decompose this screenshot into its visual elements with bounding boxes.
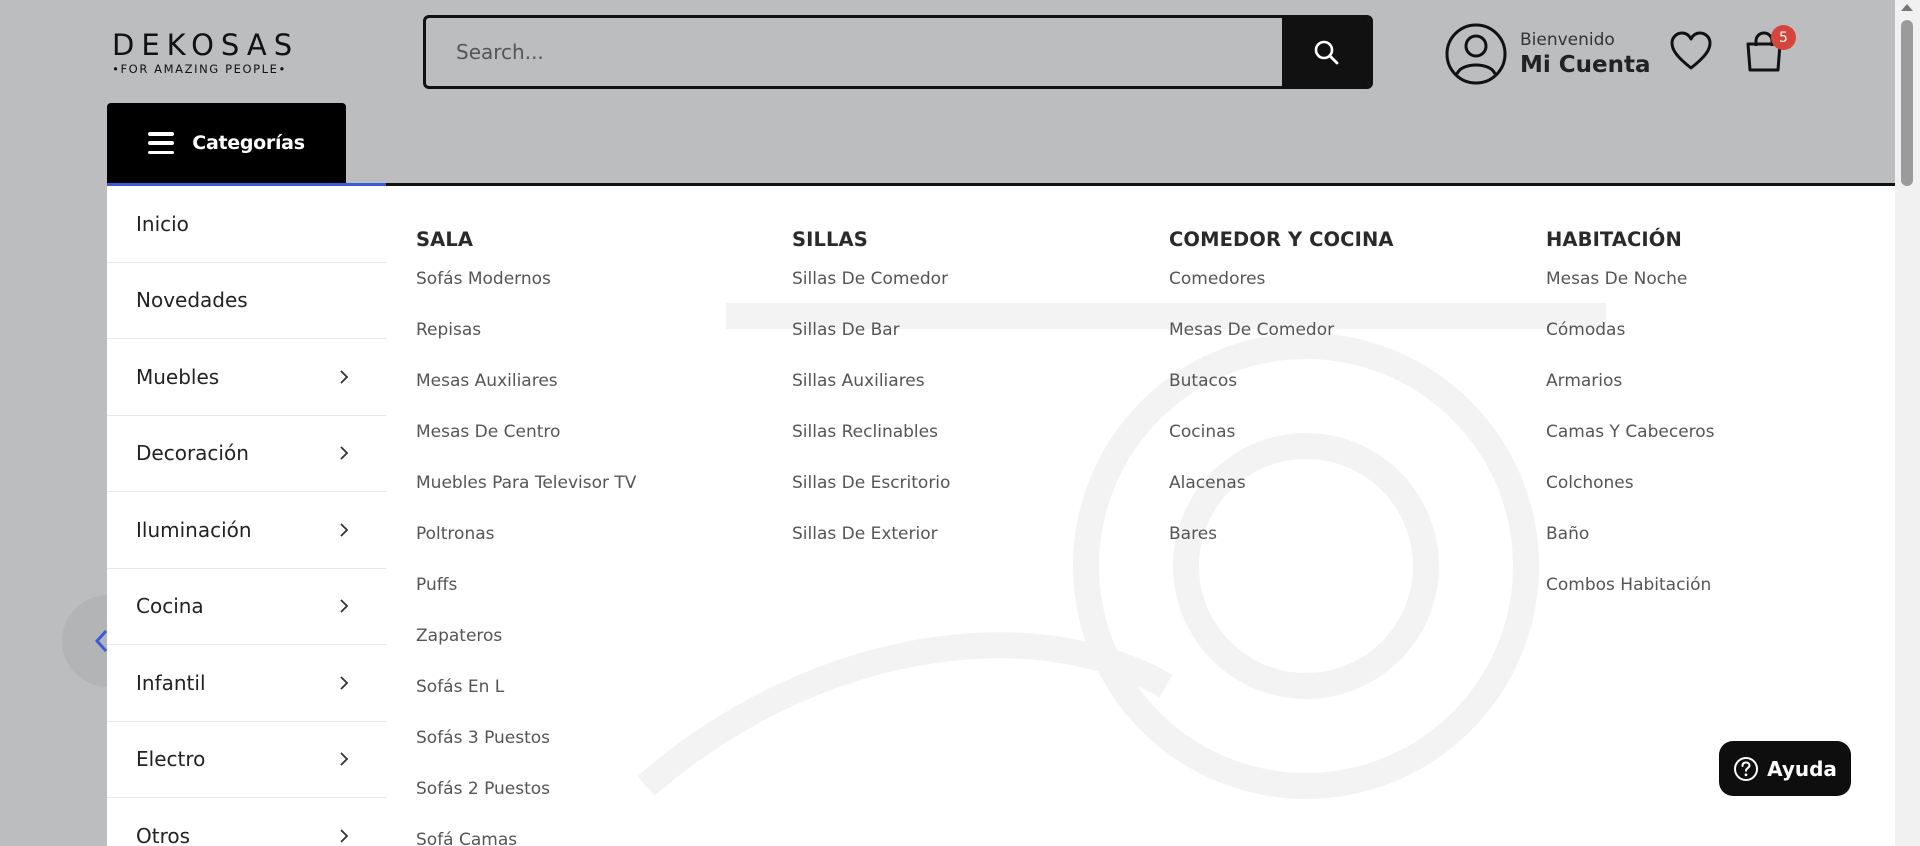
sidebar-item-label: Inicio <box>136 211 189 236</box>
mega-link[interactable]: Colchones <box>1546 470 1895 496</box>
sidebar-item-infantil[interactable]: Infantil <box>107 645 386 722</box>
chevron-right-icon <box>340 829 349 843</box>
mega-link[interactable]: Camas Y Cabeceros <box>1546 419 1895 445</box>
mega-link[interactable]: Bares <box>1169 521 1529 547</box>
mega-link[interactable]: Sofás 2 Puestos <box>416 776 776 802</box>
mega-link[interactable]: Mesas De Comedor <box>1169 317 1529 343</box>
mega-link[interactable]: Mesas Auxiliares <box>416 368 776 394</box>
chevron-right-icon <box>340 523 349 537</box>
sidebar-item-decoracion[interactable]: Decoración <box>107 416 386 492</box>
mega-link[interactable]: Sofás 3 Puestos <box>416 725 776 751</box>
question-circle-icon <box>1734 756 1759 781</box>
sidebar-item-label: Decoración <box>136 441 249 466</box>
account-greeting: Bienvenido <box>1520 30 1615 50</box>
mega-column-habitacion: HABITACIÓN Mesas De Noche Cómodas Armari… <box>1546 228 1895 623</box>
logo-tagline: •FOR AMAZING PEOPLE• <box>112 62 287 76</box>
hamburger-icon <box>148 132 175 154</box>
mega-link[interactable]: Combos Habitación <box>1546 572 1895 598</box>
mega-link[interactable]: Poltronas <box>416 521 776 547</box>
mega-link[interactable]: Baño <box>1546 521 1895 547</box>
mega-link[interactable]: Sillas Reclinables <box>792 419 1152 445</box>
user-circle-icon <box>1445 23 1507 85</box>
sidebar-item-iluminacion[interactable]: Iluminación <box>107 492 386 569</box>
mega-link[interactable]: Zapateros <box>416 623 776 649</box>
heart-icon <box>1670 31 1712 70</box>
sidebar-item-label: Infantil <box>136 670 206 695</box>
mega-column-comedor-y-cocina: COMEDOR Y COCINA Comedores Mesas De Come… <box>1169 228 1529 572</box>
mega-link[interactable]: Sillas Auxiliares <box>792 368 1152 394</box>
search-input[interactable] <box>426 18 1283 86</box>
mega-link[interactable]: Comedores <box>1169 266 1529 292</box>
mega-column-title: SALA <box>416 228 474 251</box>
mega-menu: SALA Sofás Modernos Repisas Mesas Auxili… <box>386 183 1895 846</box>
mega-link[interactable]: Sillas De Bar <box>792 317 1152 343</box>
category-sidebar: Inicio Novedades Muebles Decoración Ilum… <box>107 183 386 846</box>
chevron-right-icon <box>340 446 349 460</box>
sidebar-item-cocina[interactable]: Cocina <box>107 569 386 645</box>
sidebar-item-label: Iluminación <box>136 517 252 542</box>
account-text: Bienvenido Mi Cuenta <box>1520 29 1651 79</box>
cart-count-badge: 5 <box>1771 25 1796 50</box>
mega-link[interactable]: Puffs <box>416 572 776 598</box>
mega-link[interactable]: Sillas De Exterior <box>792 521 1152 547</box>
logo-text: DEKOSAS <box>112 28 300 62</box>
mega-column-title: HABITACIÓN <box>1546 228 1682 251</box>
mega-link[interactable]: Sofás Modernos <box>416 266 776 292</box>
mega-link[interactable]: Sillas De Escritorio <box>792 470 1152 496</box>
mega-link[interactable]: Sofás En L <box>416 674 776 700</box>
chevron-right-icon <box>340 676 349 690</box>
sidebar-item-electro[interactable]: Electro <box>107 722 386 798</box>
sidebar-item-label: Muebles <box>136 364 220 389</box>
account-link[interactable]: Bienvenido Mi Cuenta <box>1444 22 1651 86</box>
mega-column-sala: SALA Sofás Modernos Repisas Mesas Auxili… <box>416 228 776 846</box>
chevron-right-icon <box>340 599 349 613</box>
mega-link[interactable]: Butacos <box>1169 368 1529 394</box>
mega-link[interactable]: Cocinas <box>1169 419 1529 445</box>
mega-link[interactable]: Sillas De Comedor <box>792 266 1152 292</box>
mega-link[interactable]: Alacenas <box>1169 470 1529 496</box>
page-scrollbar[interactable] <box>1895 0 1920 846</box>
site-header: DEKOSAS •FOR AMAZING PEOPLE• Bienvenido … <box>0 0 1895 183</box>
search-button[interactable] <box>1282 18 1370 86</box>
help-button[interactable]: Ayuda <box>1719 741 1851 796</box>
search-bar <box>423 15 1373 89</box>
sidebar-item-muebles[interactable]: Muebles <box>107 339 386 416</box>
mega-link[interactable]: Mesas De Centro <box>416 419 776 445</box>
chevron-right-icon <box>340 370 349 384</box>
mega-link[interactable]: Repisas <box>416 317 776 343</box>
help-label: Ayuda <box>1767 756 1837 781</box>
mega-link[interactable]: Muebles Para Televisor TV <box>416 470 776 496</box>
mega-column-title: SILLAS <box>792 228 868 251</box>
logo[interactable]: DEKOSAS •FOR AMAZING PEOPLE• <box>112 28 300 76</box>
chevron-right-icon <box>340 752 349 766</box>
sidebar-item-label: Cocina <box>136 594 204 619</box>
mega-column-sillas: SILLAS Sillas De Comedor Sillas De Bar S… <box>792 228 1152 572</box>
mega-link[interactable]: Armarios <box>1546 368 1895 394</box>
mega-link[interactable]: Sofá Camas <box>416 827 776 846</box>
scroll-up-arrow-icon[interactable] <box>1901 4 1913 11</box>
search-icon <box>1314 40 1339 65</box>
sidebar-item-novedades[interactable]: Novedades <box>107 263 386 339</box>
sidebar-item-inicio[interactable]: Inicio <box>107 186 386 263</box>
mega-link[interactable]: Mesas De Noche <box>1546 266 1895 292</box>
sidebar-item-label: Otros <box>136 823 191 846</box>
sidebar-item-label: Electro <box>136 747 206 772</box>
categories-label: Categorías <box>192 132 305 154</box>
sidebar-item-otros[interactable]: Otros <box>107 798 386 846</box>
mega-link[interactable]: Cómodas <box>1546 317 1895 343</box>
account-name: Mi Cuenta <box>1520 52 1651 78</box>
mega-column-title: COMEDOR Y COCINA <box>1169 228 1394 251</box>
sidebar-item-label: Novedades <box>136 288 248 313</box>
wishlist-button[interactable] <box>1669 30 1713 72</box>
scrollbar-thumb[interactable] <box>1901 20 1913 186</box>
categories-button[interactable]: Categorías <box>107 103 346 183</box>
